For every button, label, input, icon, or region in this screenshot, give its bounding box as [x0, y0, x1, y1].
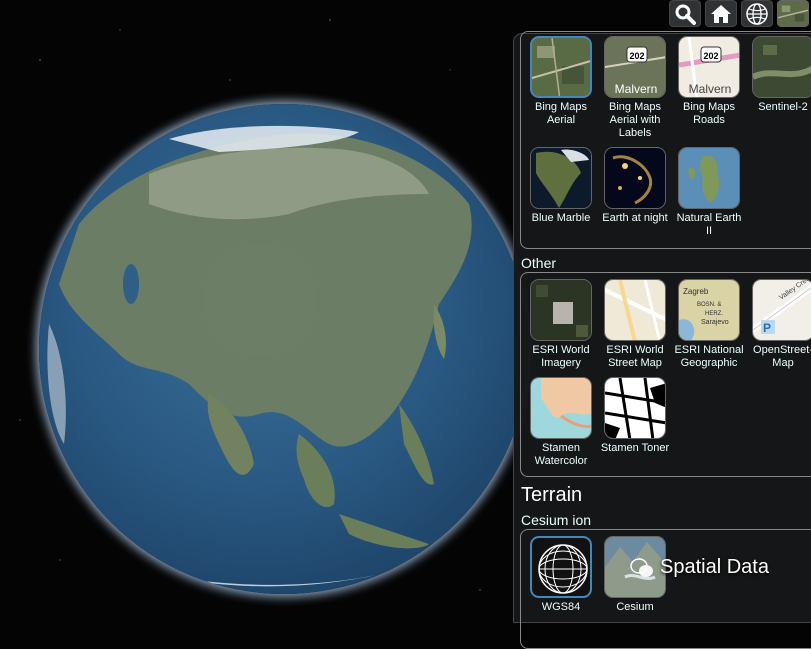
layer-esri-national-geographic[interactable]: Zagreb BOSN. & HERZ. Sarajevo ESRI National…: [673, 279, 745, 370]
scene-mode-button[interactable]: [741, 0, 773, 27]
home-icon: [711, 4, 731, 23]
layer-blue-marble[interactable]: Blue Marble: [525, 147, 597, 225]
layer-sentinel-2[interactable]: Sentinel-2: [747, 36, 811, 114]
stamen-toner-thumbnail: [604, 377, 666, 439]
terrain-title: Terrain: [521, 484, 583, 506]
section-title-other: Other: [521, 255, 557, 271]
layer-bing-aerial[interactable]: Bing Maps Aerial: [525, 36, 597, 127]
watermark-text: Spatial Data: [660, 556, 769, 578]
esri-world-street-map-thumbnail: [604, 279, 666, 341]
layer-label: OpenStreet-Map: [753, 344, 811, 369]
svg-text:Malvern: Malvern: [615, 82, 658, 96]
svg-text:BOSN. &: BOSN. &: [697, 302, 721, 308]
sentinel-2-thumbnail: [752, 36, 811, 98]
wechat-icon: [630, 557, 653, 577]
layer-label: Blue Marble: [531, 212, 591, 224]
bing-aerial-thumbnail: [530, 36, 592, 98]
layer-label: ESRI World Imagery: [532, 344, 590, 369]
terrain-wgs84[interactable]: WGS84: [525, 536, 597, 614]
layer-label: Sentinel-2: [758, 101, 808, 113]
home-button[interactable]: [705, 0, 737, 27]
layer-label: Stamen Toner: [600, 442, 670, 454]
globe-icon: [746, 2, 768, 25]
esri-national-geographic-thumbnail: Zagreb BOSN. & HERZ. Sarajevo: [678, 279, 740, 341]
other-group: ESRI World Imagery ESRI World Street Map…: [520, 272, 811, 477]
layer-label: Cesium: [616, 601, 654, 613]
svg-text:P: P: [763, 321, 771, 335]
layer-label: WGS84: [541, 601, 581, 613]
terrain-group: WGS84 Cesium: [520, 529, 811, 649]
bing-roads-thumbnail: 202 Malvern: [678, 36, 740, 98]
aerial-thumbnail-icon: [778, 1, 808, 26]
natural-earth-ii-thumbnail: [678, 147, 740, 209]
layer-esri-world-street-map[interactable]: ESRI World Street Map: [599, 279, 671, 370]
terrain-provider-label: Cesium ion: [521, 512, 592, 528]
esri-world-imagery-thumbnail: [530, 279, 592, 341]
layer-label: ESRI World Street Map: [606, 344, 664, 369]
layer-label: Natural Earth II: [676, 212, 742, 237]
layer-label: Bing Maps Roads: [683, 101, 735, 126]
base-layer-picker-button[interactable]: [777, 0, 809, 27]
layer-stamen-toner[interactable]: Stamen Toner: [599, 377, 671, 455]
search-button[interactable]: [669, 0, 701, 27]
stamen-watercolor-thumbnail: [530, 377, 592, 439]
layer-stamen-watercolor[interactable]: Stamen Watercolor: [525, 377, 597, 468]
layer-earth-at-night[interactable]: Earth at night: [599, 147, 671, 225]
earth-at-night-thumbnail: [604, 147, 666, 209]
bing-aerial-labels-thumbnail: 202 Malvern: [604, 36, 666, 98]
svg-text:202: 202: [629, 51, 644, 61]
svg-text:202: 202: [703, 51, 718, 61]
layer-esri-world-imagery[interactable]: ESRI World Imagery: [525, 279, 597, 370]
globe-land-icon: [47, 125, 472, 587]
layer-label: Bing Maps Aerial: [535, 101, 587, 126]
layer-bing-aerial-labels[interactable]: 202 Malvern Bing Maps Aerial with Labels: [599, 36, 671, 140]
svg-text:Zagreb: Zagreb: [683, 287, 709, 296]
layer-label: Earth at night: [602, 212, 668, 224]
layer-label: Bing Maps Aerial with Labels: [609, 101, 661, 139]
toolbar: [669, 0, 811, 27]
base-layer-picker-panel: Bing Maps Aerial 202 Malvern Bing Maps Ae…: [513, 31, 811, 649]
svg-text:Sarajevo: Sarajevo: [701, 319, 729, 326]
openstreetmap-thumbnail: PValley Creek Blvd: [752, 279, 811, 341]
globe-viewer[interactable]: [39, 104, 529, 594]
layer-label: ESRI National Geographic: [674, 344, 744, 369]
layer-openstreetmap[interactable]: PValley Creek Blvd OpenStreet-Map: [747, 279, 811, 370]
watermark: Spatial Data: [630, 556, 769, 579]
search-icon: [675, 4, 696, 25]
wgs84-ellipsoid-thumbnail: [530, 536, 592, 598]
imagery-group: Bing Maps Aerial 202 Malvern Bing Maps Ae…: [520, 31, 811, 249]
svg-text:HERZ.: HERZ.: [705, 311, 723, 317]
blue-marble-thumbnail: [530, 147, 592, 209]
layer-label: Stamen Watercolor: [534, 442, 588, 467]
layer-natural-earth-ii[interactable]: Natural Earth II: [673, 147, 745, 238]
layer-bing-roads[interactable]: 202 Malvern Bing Maps Roads: [673, 36, 745, 127]
svg-text:Malvern: Malvern: [689, 82, 732, 96]
